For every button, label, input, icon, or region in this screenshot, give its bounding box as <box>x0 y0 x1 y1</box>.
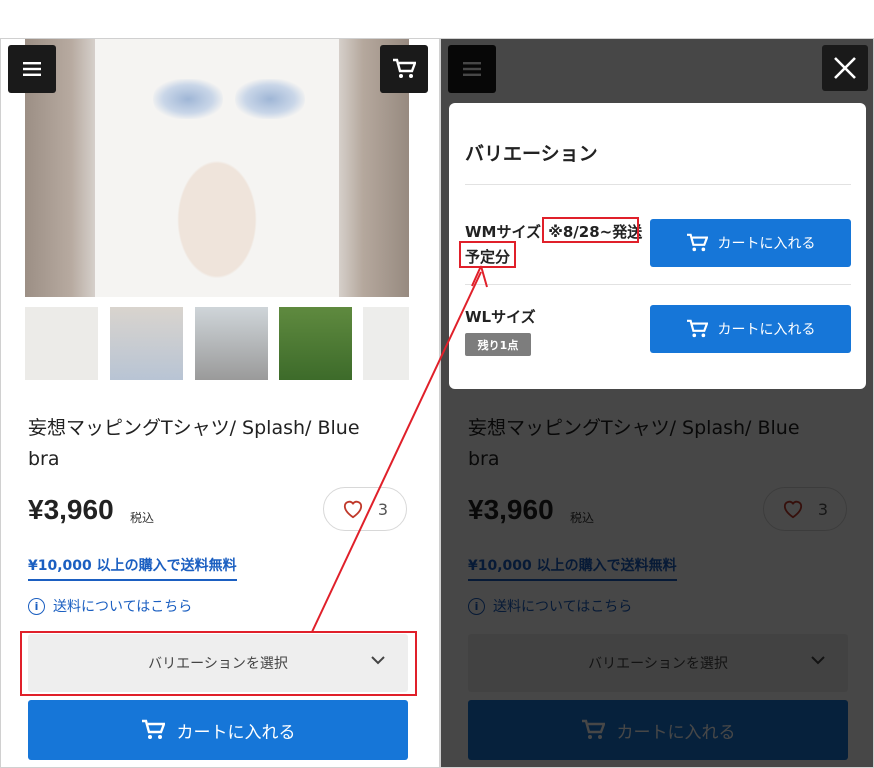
info-icon: i <box>28 597 45 615</box>
close-icon <box>834 57 856 79</box>
variant-wm-cart-button[interactable]: カートに入れる <box>650 219 851 267</box>
add-to-cart-label: カートに入れる <box>176 722 296 743</box>
add-to-cart-button[interactable]: カートに入れる <box>28 700 408 760</box>
thumbnail-3[interactable] <box>195 307 268 380</box>
close-button[interactable] <box>822 45 868 91</box>
tshirt-graphic <box>95 39 339 297</box>
divider <box>465 184 851 185</box>
cart-icon <box>686 319 708 338</box>
variant-wl-cart-button[interactable]: カートに入れる <box>650 305 851 353</box>
print-blue-left <box>153 79 223 119</box>
product-main-image[interactable] <box>25 39 409 297</box>
like-count: 3 <box>377 499 389 519</box>
product-page-panel: 妄想マッピングTシャツ/ Splash/ Blue bra ¥3,960 税込 … <box>0 38 440 768</box>
shipping-info-label: 送料についてはこちら <box>53 599 193 615</box>
print-blue-right <box>235 79 305 119</box>
cart-icon <box>686 233 708 252</box>
like-button[interactable]: 3 <box>323 487 407 531</box>
product-title: 妄想マッピングTシャツ/ Splash/ Blue bra <box>28 417 360 470</box>
cart-icon <box>141 719 165 739</box>
thumbnail-1[interactable] <box>25 307 98 380</box>
variant-wl-name: WLサイズ <box>465 308 536 326</box>
stock-badge: 残り1点 <box>465 333 531 356</box>
free-shipping-banner: ¥10,000 以上の購入で送料無料 <box>28 555 237 581</box>
hamburger-menu-icon <box>23 62 41 76</box>
variant-wl-cart-label: カートに入れる <box>717 322 816 338</box>
tax-label: 税込 <box>130 511 155 525</box>
heart-icon <box>343 500 362 519</box>
thumbnail-2[interactable] <box>110 307 183 380</box>
thumbnail-5[interactable] <box>363 307 409 380</box>
thumbnail-strip <box>25 307 409 381</box>
thumbnail-4[interactable] <box>279 307 352 380</box>
variation-modal: バリエーション WMサイズ ※8/28~発送 予定分 カートに入れる WLサイズ… <box>449 103 866 389</box>
variant-wm-cart-label: カートに入れる <box>717 236 816 252</box>
annotation-box-note <box>459 241 516 268</box>
product-price: ¥3,960 <box>28 494 114 525</box>
shipping-info-link[interactable]: i 送料についてはこちら <box>28 596 192 616</box>
modal-title: バリエーション <box>465 143 598 165</box>
annotation-box-date <box>542 217 639 243</box>
menu-button[interactable] <box>8 45 56 93</box>
cart-icon <box>393 58 416 78</box>
variation-modal-panel: 妄想マッピングTシャツ/ Splash/ Blue bra ¥3,960 税込 … <box>440 38 874 768</box>
divider <box>465 284 851 285</box>
header-cart-button[interactable] <box>380 45 428 93</box>
annotation-box-select <box>20 631 417 696</box>
